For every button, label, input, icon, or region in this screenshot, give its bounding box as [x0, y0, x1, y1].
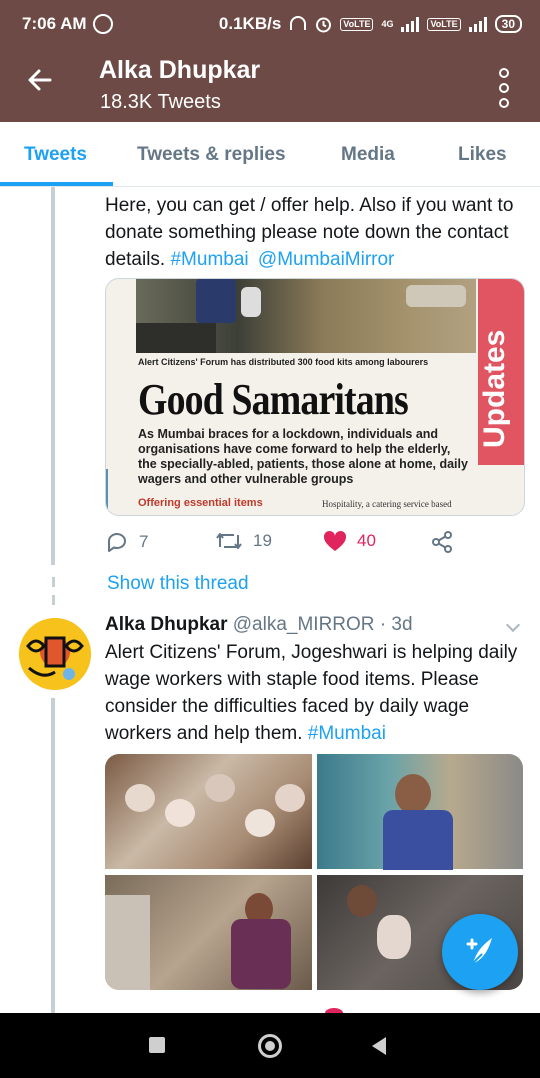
system-nav-bar — [0, 1013, 540, 1078]
battery-icon: 30 — [494, 15, 522, 33]
clipping-photo — [136, 279, 476, 353]
author-handle[interactable]: @alka_MIRROR — [233, 614, 375, 635]
mention-link[interactable]: @MumbaiMirror — [258, 249, 394, 270]
avatar[interactable] — [19, 618, 91, 690]
tab-likes[interactable]: Likes — [458, 144, 507, 166]
share-icon — [432, 531, 452, 553]
clipping-body: As Mumbai braces for a lockdown, individ… — [138, 427, 468, 486]
share-button[interactable] — [430, 530, 454, 554]
thread-dot-1 — [52, 577, 55, 587]
reply-button[interactable]: 7 — [105, 530, 148, 554]
headphone-icon — [290, 16, 307, 30]
clipping-edge — [106, 469, 108, 509]
network-speed: 0.1KB/s — [218, 14, 282, 33]
tab-media[interactable]: Media — [341, 144, 395, 166]
sim1-label: 4G — [381, 19, 394, 29]
heart-filled-icon — [323, 530, 347, 551]
thread-line-bottom — [51, 698, 55, 1013]
retweet-icon — [216, 533, 242, 549]
volte-badge-2: VoLTE — [427, 17, 461, 31]
news-clipping-image[interactable]: Updates Alert Citizens' Forum has distri… — [105, 278, 525, 516]
next-actions-peek — [105, 1000, 525, 1013]
signal-icon-1 — [401, 16, 420, 32]
volte-badge-1: VoLTE — [340, 17, 374, 31]
status-time: 7:06 AM — [22, 14, 87, 33]
retweet-button[interactable]: 19 — [215, 530, 272, 552]
arrow-left-icon[interactable] — [26, 66, 54, 94]
clipping-caption: Alert Citizens' Forum has distributed 30… — [138, 357, 429, 367]
show-thread-link[interactable]: Show this thread — [107, 573, 249, 595]
tweet-text-2: Alert Citizens' Forum, Jogeshwari is hel… — [105, 639, 525, 747]
clipping-subhead: Offering essential items — [138, 497, 263, 509]
retweet-count: 19 — [253, 531, 272, 550]
tab-tweets[interactable]: Tweets — [24, 144, 87, 166]
author-name[interactable]: Alka Dhupkar — [105, 614, 227, 635]
like-count: 40 — [357, 531, 376, 550]
tweet-actions: 7 19 40 — [105, 530, 525, 556]
status-indicators: 0.1KB/s VoLTE 4G VoLTE 30 — [219, 14, 522, 34]
more-vert-icon[interactable] — [498, 68, 510, 108]
tab-tweets-replies[interactable]: Tweets & replies — [137, 144, 286, 166]
status-bar: 7:06 AM 0.1KB/s VoLTE 4G VoLTE 30 — [0, 0, 540, 50]
profile-name: Alka Dhupkar — [99, 56, 261, 84]
profile-tabs: Tweets Tweets & replies Media Likes — [0, 122, 540, 187]
avatar-logo-icon — [19, 618, 91, 690]
clipping-continued: Hospitality, a catering service based — [322, 499, 452, 509]
reply-count: 7 — [139, 532, 149, 551]
updates-label: Updates — [478, 329, 511, 449]
tweet-count: 18.3K Tweets — [100, 91, 221, 113]
clipping-headline: Good Samaritans — [138, 375, 409, 424]
app-bar: Alka Dhupkar 18.3K Tweets — [0, 50, 540, 122]
alarm-icon — [316, 17, 332, 32]
compose-tweet-icon — [466, 938, 492, 965]
home-circle-icon[interactable] — [258, 1034, 282, 1058]
hashtag-link[interactable]: #Mumbai — [170, 249, 248, 270]
hashtag-link-2[interactable]: #Mumbai — [308, 723, 386, 744]
reply-icon — [108, 533, 126, 552]
whatsapp-notification-icon — [93, 14, 113, 34]
thread-line-top — [51, 187, 55, 565]
compose-tweet-button[interactable] — [442, 914, 518, 990]
media-photo-3[interactable] — [105, 875, 312, 990]
media-photo-2[interactable] — [317, 754, 523, 870]
back-triangle-icon[interactable] — [370, 1035, 388, 1057]
stop-square-icon[interactable] — [149, 1037, 165, 1053]
tweet-age: 3d — [391, 614, 413, 635]
like-button[interactable]: 40 — [323, 530, 376, 552]
media-photo-1[interactable] — [105, 754, 312, 869]
signal-icon-2 — [468, 16, 487, 32]
separator-dot: · — [379, 614, 387, 635]
tweet-header: Alka Dhupkar @alka_MIRROR · 3d — [105, 614, 413, 636]
thread-dot-2 — [52, 595, 55, 605]
active-tab-indicator — [0, 182, 113, 186]
chevron-down-icon[interactable] — [505, 617, 521, 633]
tweet-text: Here, you can get / offer help. Also if … — [105, 192, 525, 273]
